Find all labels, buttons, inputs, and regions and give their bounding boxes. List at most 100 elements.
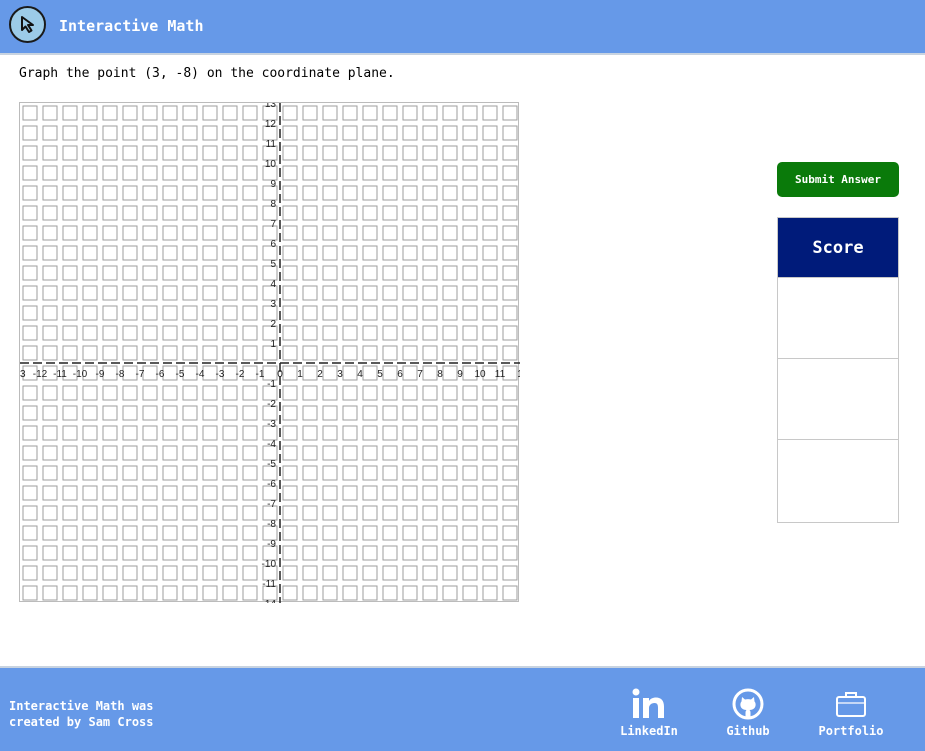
grid-cell[interactable] <box>382 145 398 161</box>
grid-cell[interactable] <box>302 125 318 141</box>
grid-cell[interactable] <box>442 265 458 281</box>
grid-cell[interactable] <box>422 325 438 341</box>
grid-cell[interactable] <box>422 265 438 281</box>
grid-cell[interactable] <box>382 445 398 461</box>
grid-cell[interactable] <box>122 585 138 601</box>
grid-cell[interactable] <box>122 165 138 181</box>
grid-cell[interactable] <box>22 245 38 261</box>
grid-cell[interactable] <box>402 485 418 501</box>
grid-cell[interactable] <box>342 405 358 421</box>
grid-cell[interactable] <box>162 545 178 561</box>
grid-cell[interactable] <box>402 345 418 361</box>
grid-cell[interactable] <box>182 405 198 421</box>
grid-cell[interactable] <box>282 345 298 361</box>
grid-cell[interactable] <box>82 465 98 481</box>
grid-cell[interactable] <box>462 445 478 461</box>
grid-cell[interactable] <box>402 125 418 141</box>
grid-cell[interactable] <box>42 405 58 421</box>
grid-cell[interactable] <box>222 545 238 561</box>
grid-cell[interactable] <box>342 325 358 341</box>
grid-cell[interactable] <box>502 125 518 141</box>
grid-cell[interactable] <box>162 385 178 401</box>
grid-cell[interactable] <box>402 285 418 301</box>
grid-cell[interactable] <box>142 545 158 561</box>
grid-cell[interactable] <box>222 205 238 221</box>
grid-cell[interactable] <box>462 565 478 581</box>
grid-cell[interactable] <box>222 325 238 341</box>
grid-cell[interactable] <box>182 265 198 281</box>
grid-cell[interactable] <box>202 105 218 121</box>
grid-cell[interactable] <box>162 525 178 541</box>
grid-cell[interactable] <box>182 505 198 521</box>
grid-cell[interactable] <box>162 445 178 461</box>
grid-cell[interactable] <box>442 145 458 161</box>
grid-cell[interactable] <box>82 165 98 181</box>
grid-cell[interactable] <box>402 385 418 401</box>
grid-cell[interactable] <box>322 425 338 441</box>
grid-cell[interactable] <box>242 105 258 121</box>
grid-cell[interactable] <box>502 525 518 541</box>
grid-cell[interactable] <box>422 345 438 361</box>
grid-cell[interactable] <box>342 305 358 321</box>
grid-cell[interactable] <box>482 125 498 141</box>
grid-cell[interactable] <box>62 125 78 141</box>
grid-cell[interactable] <box>102 485 118 501</box>
grid-cell[interactable] <box>422 385 438 401</box>
grid-cell[interactable] <box>422 145 438 161</box>
grid-cell[interactable] <box>122 325 138 341</box>
grid-cell[interactable] <box>282 165 298 181</box>
grid-cell[interactable] <box>242 425 258 441</box>
grid-cell[interactable] <box>202 185 218 201</box>
grid-cell[interactable] <box>162 565 178 581</box>
grid-cell[interactable] <box>322 445 338 461</box>
grid-cell[interactable] <box>322 105 338 121</box>
grid-cell[interactable] <box>42 105 58 121</box>
grid-cell[interactable] <box>382 565 398 581</box>
grid-cell[interactable] <box>462 105 478 121</box>
grid-cell[interactable] <box>322 365 338 381</box>
grid-cell[interactable] <box>142 445 158 461</box>
grid-cell[interactable] <box>362 545 378 561</box>
grid-cell[interactable] <box>442 365 458 381</box>
grid-cell[interactable] <box>482 165 498 181</box>
grid-cell[interactable] <box>502 245 518 261</box>
grid-cell[interactable] <box>182 145 198 161</box>
grid-cell[interactable] <box>382 525 398 541</box>
grid-cell[interactable] <box>402 325 418 341</box>
grid-cell[interactable] <box>102 245 118 261</box>
grid-cell[interactable] <box>122 445 138 461</box>
grid-cell[interactable] <box>362 425 378 441</box>
grid-cell[interactable] <box>322 185 338 201</box>
grid-cell[interactable] <box>42 205 58 221</box>
grid-cell[interactable] <box>102 545 118 561</box>
grid-cell[interactable] <box>482 565 498 581</box>
grid-cell[interactable] <box>402 225 418 241</box>
grid-cell[interactable] <box>342 245 358 261</box>
grid-cell[interactable] <box>342 165 358 181</box>
grid-cell[interactable] <box>142 285 158 301</box>
grid-cell[interactable] <box>162 345 178 361</box>
grid-cell[interactable] <box>82 205 98 221</box>
grid-cell[interactable] <box>382 505 398 521</box>
grid-cell[interactable] <box>502 385 518 401</box>
grid-cell[interactable] <box>382 165 398 181</box>
grid-cell[interactable] <box>162 245 178 261</box>
grid-cell[interactable] <box>42 545 58 561</box>
grid-cell[interactable] <box>22 145 38 161</box>
grid-cell[interactable] <box>402 585 418 601</box>
grid-cell[interactable] <box>162 405 178 421</box>
grid-cell[interactable] <box>282 445 298 461</box>
grid-cell[interactable] <box>162 305 178 321</box>
grid-cell[interactable] <box>182 545 198 561</box>
grid-cell[interactable] <box>242 145 258 161</box>
grid-cell[interactable] <box>382 185 398 201</box>
grid-cell[interactable] <box>182 185 198 201</box>
grid-cell[interactable] <box>202 445 218 461</box>
grid-cell[interactable] <box>62 545 78 561</box>
grid-cell[interactable] <box>282 385 298 401</box>
grid-cell[interactable] <box>362 405 378 421</box>
grid-cell[interactable] <box>362 585 378 601</box>
grid-cell[interactable] <box>222 185 238 201</box>
grid-cell[interactable] <box>22 465 38 481</box>
grid-cell[interactable] <box>462 165 478 181</box>
